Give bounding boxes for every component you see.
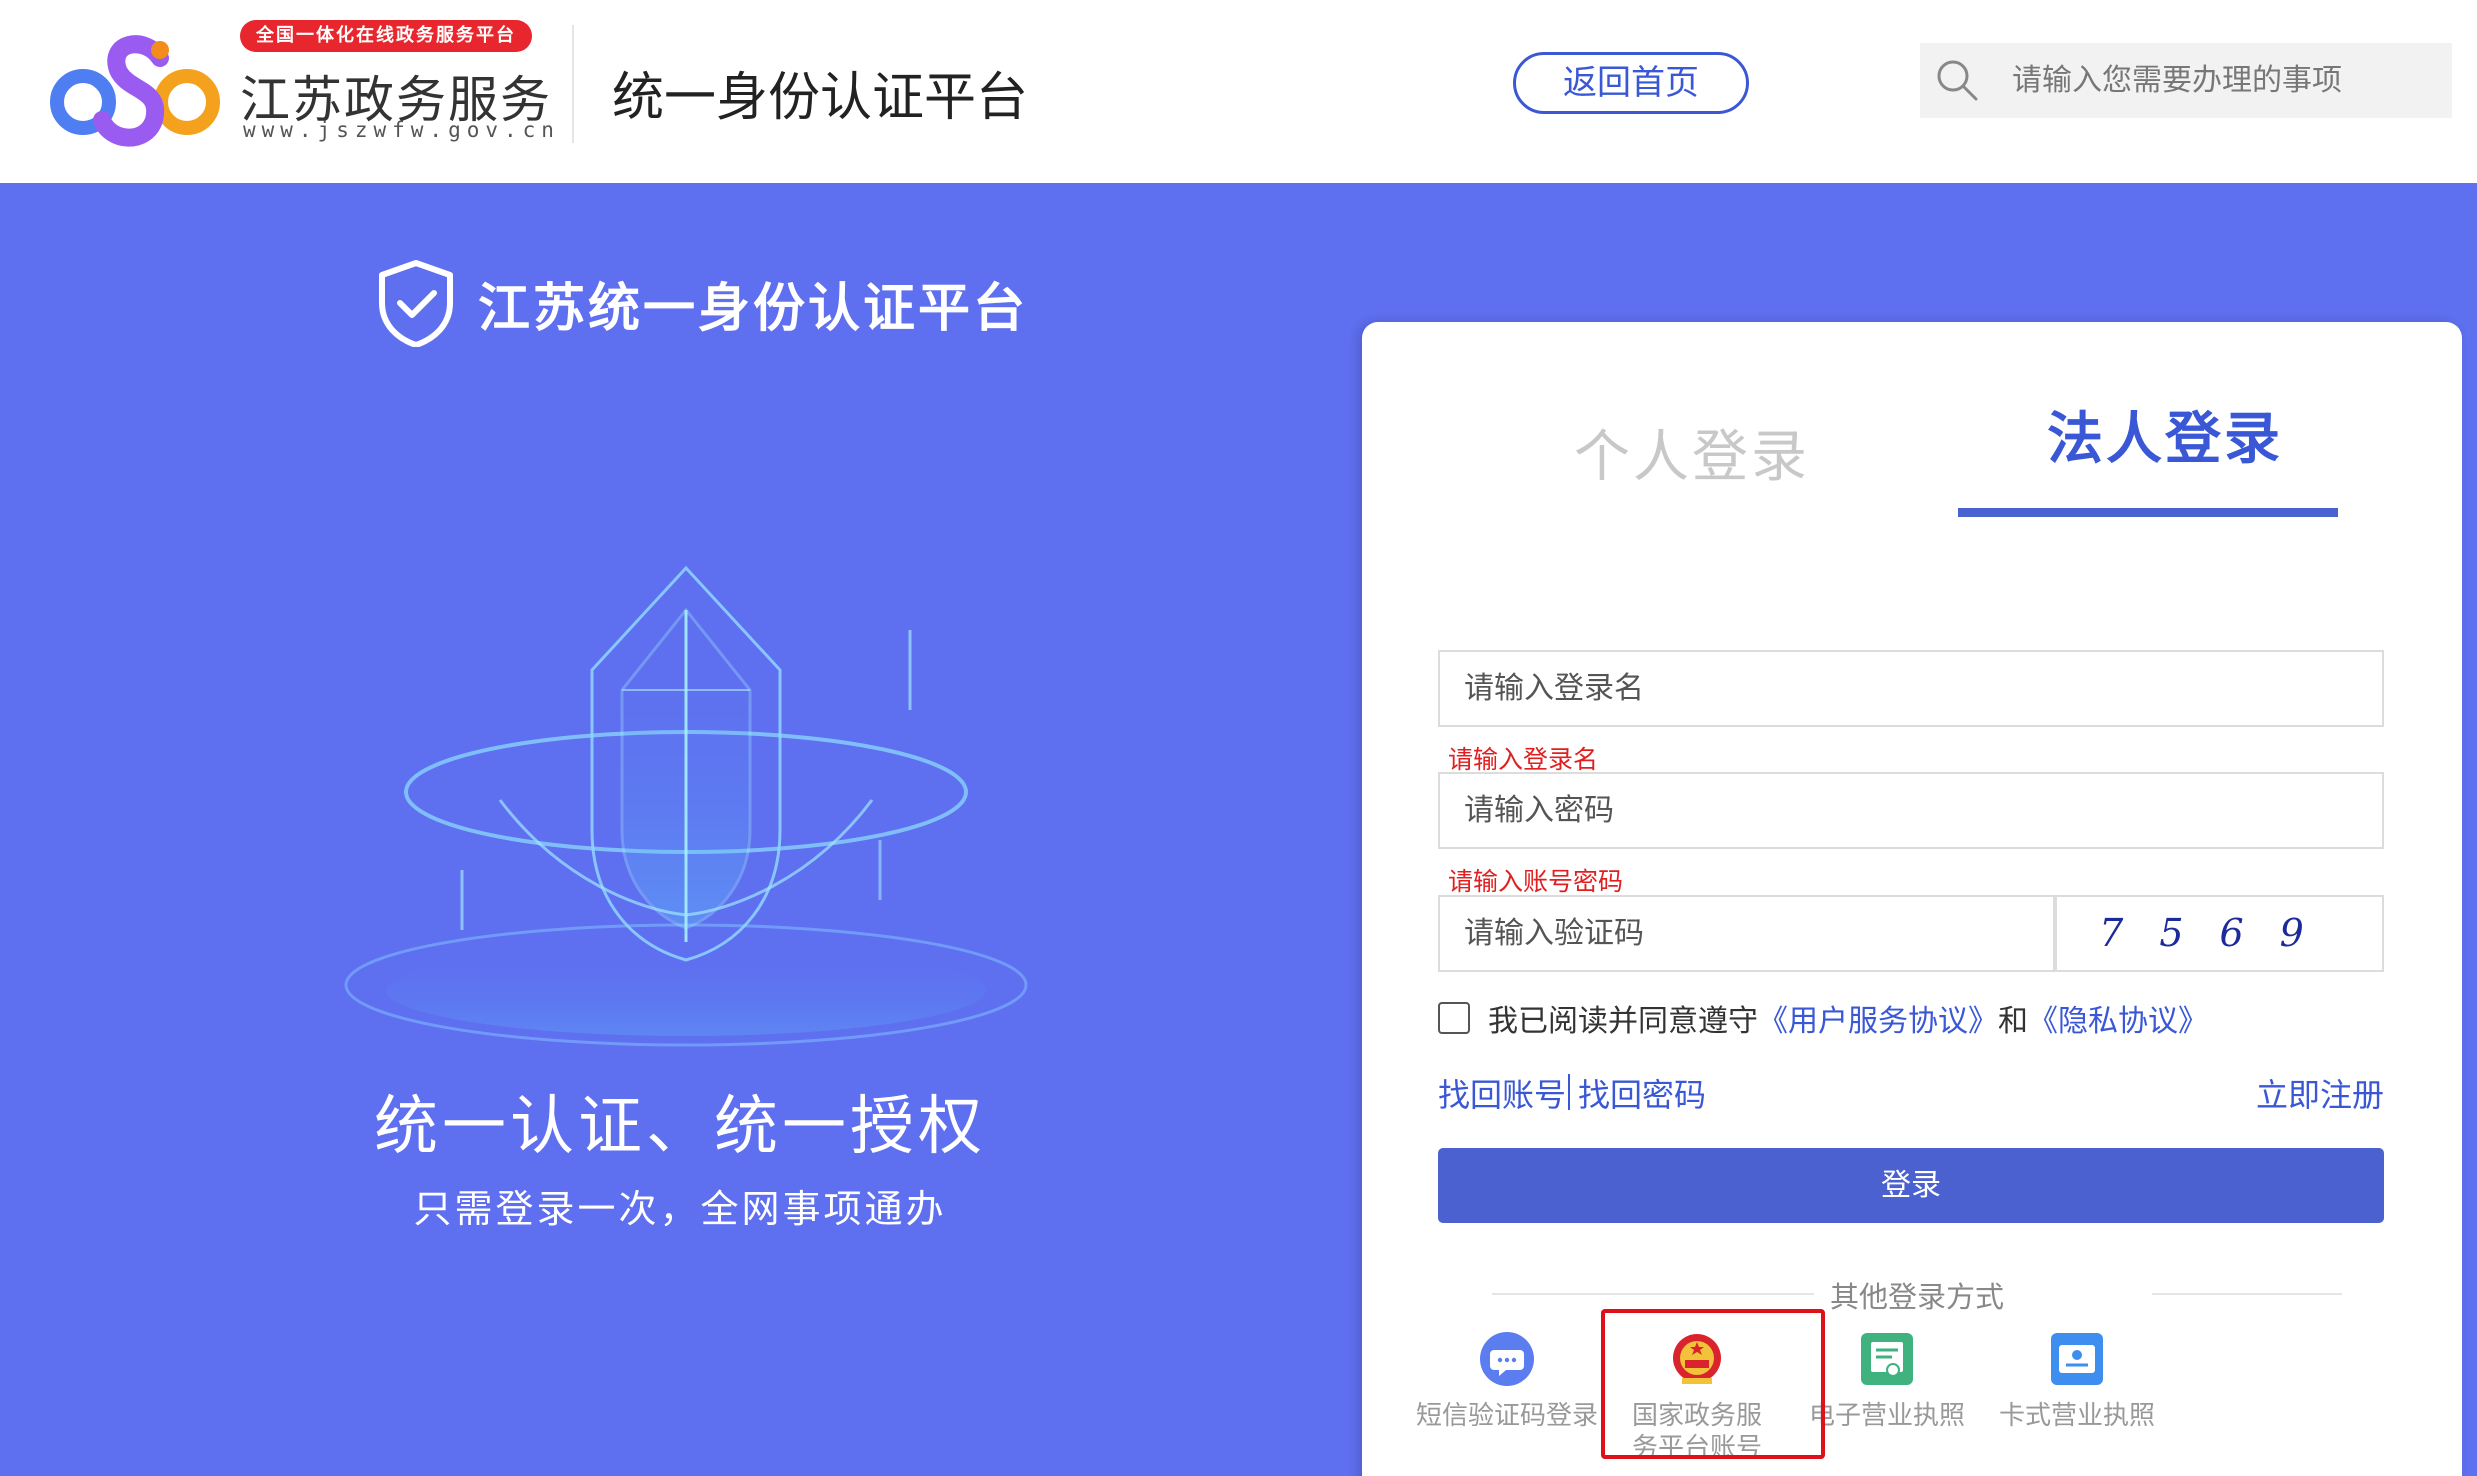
agreement-checkbox[interactable] <box>1438 1002 1470 1034</box>
national-platform-login-label: 国家政务服务平台账号登录 <box>1631 1401 1762 1463</box>
captcha-image[interactable]: 7569 <box>2055 895 2384 972</box>
header-divider <box>572 25 574 143</box>
search-input[interactable] <box>2012 43 2432 118</box>
agreement-and: 和 <box>1998 1004 2028 1039</box>
recover-password-link[interactable]: 找回密码 <box>1578 1070 1706 1116</box>
register-link[interactable]: 立即注册 <box>2256 1070 2384 1116</box>
jiangsu-logo-icon[interactable] <box>50 20 220 150</box>
other-login-title: 其他登录方式 <box>1813 1280 2020 1314</box>
login-card: 个人登录 法人登录 请输入登录名 请输入账号密码 7569 我已阅读并同意遵守 … <box>1362 322 2462 1476</box>
platform-title: 统一身份认证平台 <box>612 68 1029 128</box>
national-emblem-icon[interactable] <box>1668 1330 1726 1388</box>
hero-heading: 江苏统一身份认证平台 <box>376 258 1028 348</box>
captcha-input[interactable] <box>1438 895 2055 972</box>
recover-account-link[interactable]: 找回账号 <box>1438 1070 1566 1116</box>
hero-title: 江苏统一身份认证平台 <box>478 278 1029 339</box>
privacy-link[interactable]: 《隐私协议》 <box>2028 996 2208 1040</box>
user-agreement-link[interactable]: 《用户服务协议》 <box>1758 996 1998 1040</box>
national-platform-login-option[interactable]: 国家政务服务平台账号登录 <box>1602 1330 1792 1464</box>
password-error: 请输入账号密码 <box>1448 867 1624 896</box>
shield-check-icon <box>379 260 453 347</box>
account-links: 找回账号 找回密码 立即注册 <box>1438 1070 2384 1114</box>
card-license-icon[interactable] <box>2048 1330 2106 1388</box>
link-separator <box>1568 1074 1570 1110</box>
hero-slogan: 统一认证、统一授权 <box>374 1090 986 1164</box>
tab-corporate-login[interactable]: 法人登录 <box>2047 394 2283 475</box>
username-error: 请输入登录名 <box>1448 745 1599 774</box>
logo-url: www.jszwfw.gov.cn <box>243 118 560 142</box>
other-login-divider: 其他登录方式 <box>1492 1272 2342 1314</box>
username-input[interactable] <box>1438 650 2384 727</box>
electronic-license-label: 电子营业执照 <box>1808 1401 1965 1431</box>
tab-personal-login[interactable]: 个人登录 <box>1574 412 1810 493</box>
sms-login-label: 短信验证码登录 <box>1415 1401 1598 1431</box>
captcha-code: 7569 <box>2099 911 2340 955</box>
search-box[interactable] <box>1920 43 2452 118</box>
card-license-option[interactable]: 卡式营业执照 <box>1982 1330 2172 1432</box>
login-button[interactable]: 登录 <box>1438 1148 2384 1223</box>
search-icon[interactable] <box>1934 57 1980 103</box>
agreement-prefix: 我已阅读并同意遵守 <box>1488 1004 1758 1039</box>
sms-icon[interactable] <box>1478 1330 1536 1388</box>
sms-login-option[interactable]: 短信验证码登录 <box>1412 1330 1602 1432</box>
hero-subtitle: 只需登录一次，全网事项通办 <box>413 1187 947 1231</box>
electronic-license-option[interactable]: 电子营业执照 <box>1792 1330 1982 1432</box>
top-header: 全国一体化在线政务服务平台 江苏政务服务 www.jszwfw.gov.cn 统… <box>0 0 2477 183</box>
agreement-row: 我已阅读并同意遵守 《用户服务协议》 和 《隐私协议》 <box>1438 996 2208 1040</box>
return-home-button[interactable]: 返回首页 <box>1513 52 1749 114</box>
card-license-label: 卡式营业执照 <box>1998 1401 2155 1431</box>
electronic-license-icon[interactable] <box>1858 1330 1916 1388</box>
password-input[interactable] <box>1438 772 2384 849</box>
active-tab-indicator <box>1958 508 2338 517</box>
logo-badge: 全国一体化在线政务服务平台 <box>240 20 532 52</box>
shield-illustration <box>344 565 1028 1047</box>
